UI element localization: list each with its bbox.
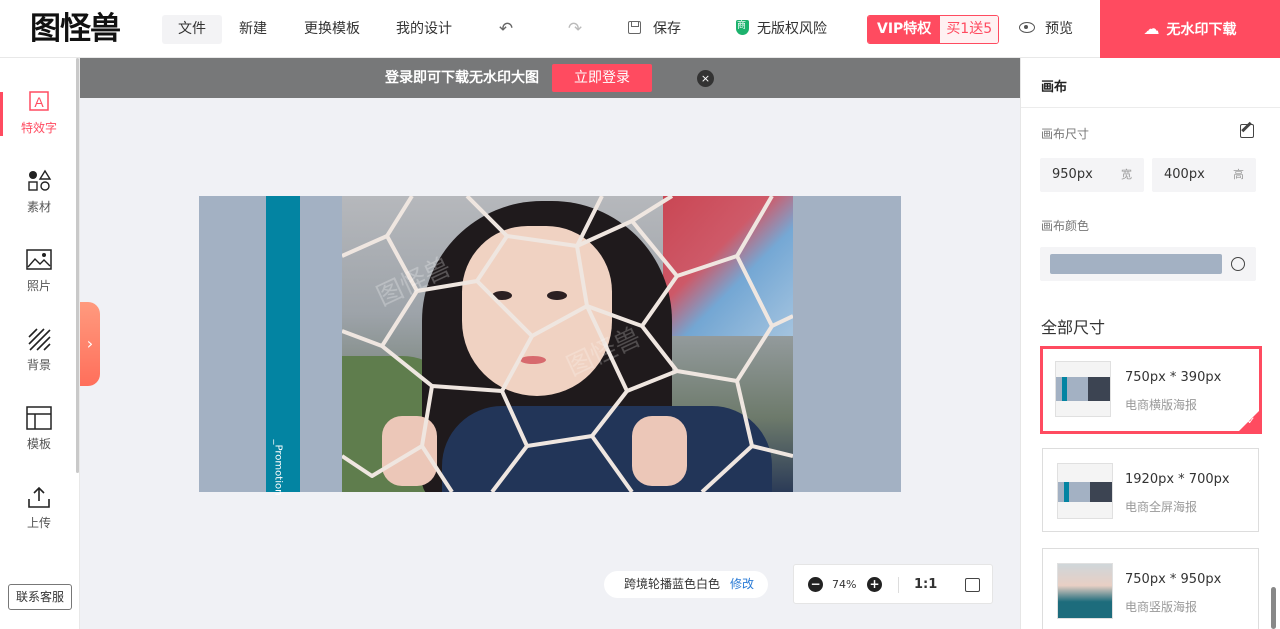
size-name: 电商全屏海报 bbox=[1125, 500, 1198, 514]
zoom-in-icon[interactable]: + bbox=[867, 577, 882, 592]
fit-screen-icon[interactable] bbox=[965, 578, 980, 592]
cloud-download-icon: ☁ bbox=[1143, 19, 1160, 38]
size-card[interactable]: 1920px * 700px 电商全屏海报 bbox=[1042, 448, 1259, 532]
sidebar-item-materials[interactable]: 素材 bbox=[0, 169, 78, 229]
copyright-risk-button[interactable]: 无版权风险 bbox=[736, 15, 827, 44]
zoom-percent: 74% bbox=[832, 578, 857, 591]
actual-size-button[interactable]: 1:1 bbox=[914, 565, 937, 605]
width-value: 950px bbox=[1052, 167, 1093, 182]
sidebar-item-templates[interactable]: 模板 bbox=[0, 406, 78, 466]
sidebar-item-label: 上传 bbox=[26, 516, 51, 530]
zoom-out-icon[interactable]: − bbox=[808, 577, 823, 592]
eye-icon bbox=[1019, 22, 1035, 33]
all-sizes-label: 全部尺寸 bbox=[1041, 318, 1106, 337]
net-overlay: 图怪兽 图怪兽 bbox=[342, 196, 793, 492]
size-thumbnail bbox=[1057, 463, 1113, 519]
sidebar-item-upload[interactable]: 上传 bbox=[0, 485, 78, 545]
size-name: 电商横版海报 bbox=[1125, 398, 1198, 412]
canvas-photo[interactable]: 图怪兽 图怪兽 bbox=[342, 196, 793, 492]
shield-icon bbox=[736, 20, 749, 35]
size-card[interactable]: 750px * 390px 电商横版海报 ✓ bbox=[1040, 346, 1262, 434]
size-dimensions: 750px * 390px bbox=[1125, 370, 1222, 385]
edit-size-icon[interactable] bbox=[1240, 124, 1254, 138]
undo-icon[interactable]: ↶ bbox=[496, 19, 516, 39]
left-sidebar: A 特效字 素材 照片 背景 模板 上传 联系客服 bbox=[0, 58, 80, 629]
height-unit: 高 bbox=[1233, 168, 1244, 181]
design-canvas[interactable]: _Promotion 图怪兽 图怪兽 bbox=[199, 196, 901, 496]
size-dimensions: 1920px * 700px bbox=[1125, 472, 1230, 487]
text-effect-icon: A bbox=[26, 90, 52, 114]
photo-icon bbox=[26, 248, 52, 272]
save-label: 保存 bbox=[653, 21, 681, 37]
check-icon: ✓ bbox=[1239, 411, 1259, 431]
height-field[interactable]: 400px 高 bbox=[1152, 158, 1256, 192]
canvas-size-label: 画布尺寸 bbox=[1041, 127, 1090, 141]
panel-title: 画布 bbox=[1041, 80, 1068, 95]
sidebar-item-label: 照片 bbox=[26, 279, 51, 293]
watermark-text: 图怪兽 bbox=[562, 322, 645, 382]
upload-icon bbox=[26, 485, 52, 509]
stripe-text-block[interactable]: _Promotion bbox=[266, 440, 300, 496]
menu-change-template[interactable]: 更换模板 bbox=[288, 15, 376, 44]
download-button[interactable]: ☁ 无水印下载 bbox=[1100, 0, 1280, 58]
download-label: 无水印下载 bbox=[1166, 22, 1237, 38]
canvas-color-field[interactable] bbox=[1040, 247, 1256, 281]
background-icon bbox=[26, 327, 52, 351]
template-name: 跨境轮播蓝色白色 bbox=[624, 577, 721, 591]
customer-service-button[interactable]: 联系客服 bbox=[8, 584, 72, 610]
banner-text: 登录即可下载无水印大图 bbox=[385, 70, 539, 86]
shapes-icon bbox=[26, 169, 52, 193]
right-scrollbar[interactable] bbox=[1271, 587, 1276, 629]
svg-text:A: A bbox=[34, 94, 44, 110]
menu-my-designs[interactable]: 我的设计 bbox=[380, 15, 468, 44]
sidebar-item-label: 模板 bbox=[26, 437, 51, 451]
expand-panel-tab[interactable]: › bbox=[80, 302, 100, 386]
app-logo[interactable]: 图怪兽 bbox=[30, 11, 121, 47]
vip-promo: 买1送5 bbox=[940, 16, 999, 43]
vip-label: VIP特权 bbox=[868, 16, 941, 43]
sidebar-item-background[interactable]: 背景 bbox=[0, 327, 78, 387]
template-icon bbox=[26, 406, 52, 430]
height-value: 400px bbox=[1164, 167, 1205, 182]
canvas-color-label: 画布颜色 bbox=[1041, 219, 1090, 233]
risk-label: 无版权风险 bbox=[757, 21, 827, 37]
watermark-text: 图怪兽 bbox=[372, 252, 455, 312]
login-banner: 登录即可下载无水印大图 立即登录 × bbox=[80, 58, 1020, 98]
width-unit: 宽 bbox=[1121, 168, 1132, 181]
menu-new[interactable]: 新建 bbox=[223, 15, 283, 44]
vip-button[interactable]: VIP特权 买1送5 bbox=[867, 15, 1000, 44]
color-swatch[interactable] bbox=[1050, 254, 1222, 274]
stripe-text: _Promotion bbox=[272, 439, 284, 496]
top-bar: 图怪兽 文件 新建 更换模板 我的设计 ↶ ↷ 保存 无版权风险 VIP特权 买… bbox=[0, 0, 1280, 58]
preview-label: 预览 bbox=[1045, 21, 1073, 37]
size-dimensions: 750px * 950px bbox=[1125, 572, 1222, 587]
sidebar-item-photos[interactable]: 照片 bbox=[0, 248, 78, 308]
template-name-pill: 跨境轮播蓝色白色 修改 bbox=[604, 571, 769, 598]
zoom-divider bbox=[898, 577, 899, 593]
sidebar-item-label: 特效字 bbox=[20, 121, 57, 135]
close-icon[interactable]: × bbox=[697, 70, 714, 87]
size-card[interactable]: 750px * 950px 电商竖版海报 bbox=[1042, 548, 1259, 629]
redo-icon[interactable]: ↷ bbox=[565, 19, 585, 39]
login-button[interactable]: 立即登录 bbox=[552, 64, 652, 92]
width-field[interactable]: 950px 宽 bbox=[1040, 158, 1144, 192]
right-panel: 画布 画布尺寸 950px 宽 400px 高 画布颜色 全部尺寸 750px … bbox=[1020, 58, 1280, 629]
menu-file[interactable]: 文件 bbox=[162, 15, 222, 44]
size-thumbnail bbox=[1057, 563, 1113, 619]
sidebar-item-label: 素材 bbox=[26, 200, 51, 214]
save-icon bbox=[628, 21, 641, 34]
panel-divider bbox=[1021, 107, 1280, 108]
edit-template-name-link[interactable]: 修改 bbox=[730, 577, 754, 591]
preview-button[interactable]: 预览 bbox=[1019, 15, 1073, 44]
size-thumbnail bbox=[1055, 361, 1111, 417]
save-button[interactable]: 保存 bbox=[628, 15, 681, 44]
zoom-controls: − 74% + 1:1 bbox=[793, 564, 993, 604]
chevron-right-icon: › bbox=[86, 334, 94, 353]
palette-icon[interactable] bbox=[1231, 257, 1245, 271]
size-name: 电商竖版海报 bbox=[1125, 600, 1198, 614]
sidebar-item-text-effect[interactable]: A 特效字 bbox=[0, 90, 78, 150]
sidebar-item-label: 背景 bbox=[26, 358, 51, 372]
